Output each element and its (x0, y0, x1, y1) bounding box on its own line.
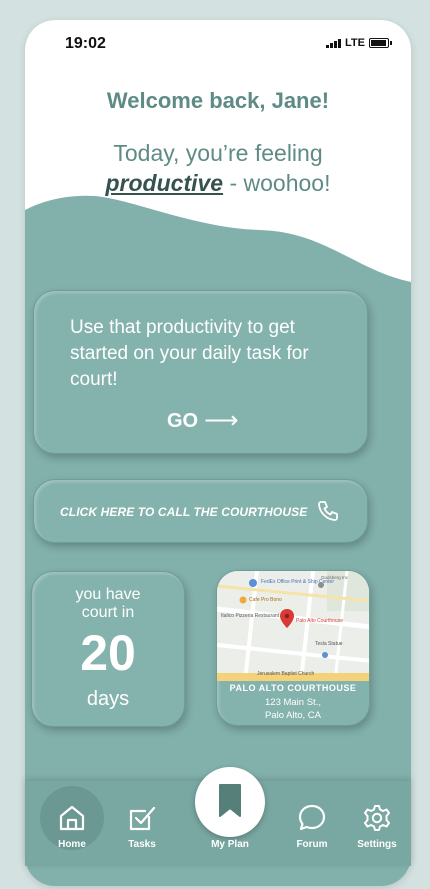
go-button[interactable]: GO ⟶ (167, 409, 239, 433)
map-label-church: Jerusalem Baptist Church (257, 671, 314, 677)
mood-prefix: Today, you’re feeling (113, 140, 323, 166)
go-label: GO (167, 409, 199, 432)
mood-suffix: - woohoo! (223, 170, 331, 196)
courthouse-name: PALO ALTO COURTHOUSE (229, 683, 357, 693)
signal-icon (326, 38, 342, 48)
task-prompt: Use that productivity to get started on … (70, 317, 309, 390)
address-line-1: 123 Main St., (265, 697, 321, 708)
chat-icon (298, 804, 326, 831)
map-label-pin: Palo Alto Courthouse (296, 618, 343, 624)
nav-home-label: Home (58, 839, 86, 850)
nav-tasks[interactable]: Tasks (112, 781, 172, 866)
nav-tasks-label: Tasks (128, 839, 156, 850)
mood-message: Today, you’re feeling productive - wooho… (25, 138, 411, 198)
map-label-pizza: Italico Pizzeria Restaurant (221, 613, 280, 619)
courthouse-map[interactable]: FedEx Office Print & Ship Center Cafe Pr… (217, 571, 370, 681)
nav-home[interactable]: Home (40, 781, 104, 866)
status-indicators: LTE (326, 37, 392, 49)
gear-icon (364, 805, 390, 831)
call-courthouse-button[interactable]: CLICK HERE TO CALL THE COURTHOUSE (33, 479, 368, 543)
map-label-top: Godsberg Inc (321, 575, 349, 580)
battery-icon (369, 38, 392, 48)
courthouse-address: 123 Main St., Palo Alto, CA (217, 696, 369, 722)
countdown-prefix: you have court in (75, 586, 141, 621)
daily-task-card[interactable]: Use that productivity to get started on … (33, 290, 368, 454)
network-label: LTE (345, 37, 365, 49)
mood-word: productive (105, 170, 224, 196)
my-plan-button[interactable] (195, 767, 265, 837)
status-time: 19:02 (65, 35, 106, 52)
tasks-icon (129, 806, 156, 831)
nav-settings[interactable]: Settings (347, 781, 407, 866)
bookmark-icon (219, 784, 241, 817)
nav-settings-label: Settings (357, 839, 397, 850)
status-bar: 19:02 LTE (25, 35, 411, 55)
welcome-heading: Welcome back, Jane! (106, 88, 330, 113)
court-countdown-card: you have court in 20 days (31, 571, 185, 727)
countdown-days: 20 (80, 625, 136, 681)
address-line-2: Palo Alto, CA (265, 710, 321, 721)
nav-forum-label: Forum (296, 839, 328, 850)
mood-line: productive - woohoo! (25, 168, 411, 198)
arrow-right-icon: ⟶ (204, 407, 239, 434)
home-icon (59, 805, 85, 831)
countdown-suffix: days (86, 688, 130, 710)
nav-myplan-label: My Plan (211, 839, 249, 850)
courthouse-map-card[interactable]: FedEx Office Print & Ship Center Cafe Pr… (216, 570, 370, 726)
map-label-cafe: Cafe Pro Bono (249, 597, 282, 603)
call-courthouse-label: CLICK HERE TO CALL THE COURTHOUSE (60, 505, 308, 519)
phone-icon (318, 501, 338, 521)
nav-forum[interactable]: Forum (282, 781, 342, 866)
map-label-tesla: Tesla Statue (315, 641, 343, 647)
